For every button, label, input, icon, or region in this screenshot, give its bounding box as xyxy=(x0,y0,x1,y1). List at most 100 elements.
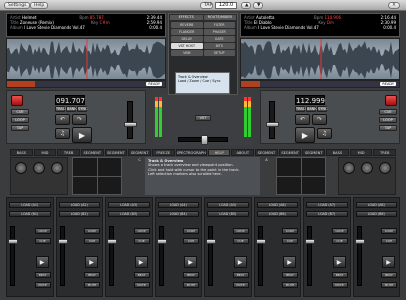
fx-setup-button[interactable]: SETUP xyxy=(203,50,235,56)
right-mid-knob[interactable] xyxy=(361,162,373,174)
channel-cue-button[interactable]: CUE xyxy=(133,238,150,244)
fx-phaser-button[interactable]: PHASER xyxy=(203,29,235,35)
channel-beat-button[interactable]: BEAT xyxy=(84,272,100,278)
left-back-icon[interactable]: ↶ xyxy=(55,114,70,125)
right-power-button[interactable] xyxy=(385,95,397,106)
left-pitch-knob[interactable] xyxy=(124,122,137,127)
right-tap-button[interactable]: TAP xyxy=(379,125,397,131)
right-headphone-icon[interactable]: ♫ xyxy=(317,128,332,139)
settings-button[interactable]: Settings xyxy=(4,2,31,9)
channel-beat-button[interactable]: BEAT xyxy=(282,272,298,278)
channel-mute-button[interactable]: MUTE xyxy=(133,282,150,288)
crossfader-knob[interactable] xyxy=(201,135,208,145)
channel-fader[interactable] xyxy=(206,226,216,286)
channel-beat-button[interactable]: BEAT xyxy=(381,272,397,278)
close-icon[interactable]: ✕ xyxy=(388,2,400,9)
tab-bass-right[interactable]: BASS xyxy=(326,149,349,156)
channel-play-button[interactable]: ▶ xyxy=(184,256,197,268)
left-track-overview[interactable]: READY xyxy=(6,80,166,88)
right-forward-icon[interactable]: ↷ xyxy=(312,114,327,125)
right-track-button[interactable]: TRACK xyxy=(295,106,308,112)
tab-route-mixer[interactable]: ROUTE/MIXER xyxy=(203,15,236,20)
right-bass-knob[interactable] xyxy=(343,162,355,174)
channel-fader[interactable] xyxy=(57,226,68,286)
tab-mid-left[interactable]: MID xyxy=(33,149,57,156)
channel-mute-button[interactable]: MUTE xyxy=(183,282,199,288)
load-b-button[interactable]: LOAD (B1) xyxy=(9,211,51,217)
channel-mute-button[interactable]: MUTE xyxy=(84,282,100,288)
load-b-button[interactable]: LOAD (B6) xyxy=(256,211,298,217)
tap-tempo-button[interactable]: TAP xyxy=(200,2,213,9)
channel-cue-button[interactable]: CUE xyxy=(331,238,348,244)
fx-bits-button[interactable]: BITS xyxy=(203,43,235,49)
channel-cue-button[interactable]: CUE xyxy=(183,238,199,244)
tab-about[interactable]: ABOUT xyxy=(231,149,255,156)
left-play-button[interactable]: ▶ xyxy=(72,127,92,143)
left-power-button[interactable] xyxy=(11,95,23,106)
channel-loop-button[interactable]: LOOP xyxy=(133,228,150,234)
channel-fader-knob[interactable] xyxy=(107,239,117,244)
right-cue-button[interactable]: CUE xyxy=(379,109,397,115)
right-play-button[interactable]: ▶ xyxy=(295,127,315,143)
channel-fader-knob[interactable] xyxy=(206,239,216,244)
tab-bass-left[interactable]: BASS xyxy=(10,149,33,156)
load-b-button[interactable]: LOAD (B5) xyxy=(207,211,249,217)
load-a-button[interactable]: LOAD (A8) xyxy=(355,202,397,208)
channel-beat-button[interactable]: BEAT xyxy=(331,272,348,278)
crossfader[interactable] xyxy=(178,135,228,145)
load-a-button[interactable]: LOAD (A5) xyxy=(207,202,249,208)
tab-mid-right[interactable]: MID xyxy=(349,149,373,156)
channel-loop-button[interactable]: LOOP xyxy=(84,228,100,234)
load-b-button[interactable]: LOAD (B7) xyxy=(306,211,348,217)
channel-loop-button[interactable]: LOOP xyxy=(331,228,348,234)
channel-fader-knob[interactable] xyxy=(255,239,266,244)
load-b-button[interactable]: LOAD (B3) xyxy=(108,211,150,217)
channel-mute-button[interactable]: MUTE xyxy=(34,282,51,288)
left-forward-icon[interactable]: ↷ xyxy=(72,114,87,125)
left-track-button[interactable]: TRACK xyxy=(55,106,68,112)
channel-play-button[interactable]: ▶ xyxy=(233,256,247,268)
tab-treb-right[interactable]: TREB xyxy=(373,149,397,156)
fx-filter-button[interactable]: FILTER xyxy=(203,22,235,28)
channel-play-button[interactable]: ▶ xyxy=(332,256,346,268)
tab-spectrograph[interactable]: SPECTROGRAPH xyxy=(175,149,207,156)
channel-fader[interactable] xyxy=(255,226,266,286)
fx-reverb-button[interactable]: REVERB xyxy=(171,22,203,28)
channel-play-button[interactable]: ▶ xyxy=(382,256,395,268)
tab-segment-a-right[interactable]: SEGMENT A xyxy=(255,149,278,162)
left-bank-button[interactable]: BANK xyxy=(66,106,77,112)
right-bank-button[interactable]: BANK xyxy=(306,106,317,112)
tab-help[interactable]: HELP xyxy=(207,149,231,156)
channel-mute-button[interactable]: MUTE xyxy=(232,282,249,288)
channel-fader-knob[interactable] xyxy=(156,239,167,244)
tab-segment-c-left[interactable]: SEGMENT C xyxy=(128,149,151,162)
channel-fader[interactable] xyxy=(8,226,18,286)
left-headphone-icon[interactable]: ♫ xyxy=(55,128,70,139)
tab-segment-c-right[interactable]: SEGMENT C xyxy=(302,149,326,162)
tab-segment-b-right[interactable]: SEGMENT B xyxy=(278,149,302,162)
left-bass-knob[interactable] xyxy=(15,162,27,174)
fx-delay-button[interactable]: DELAY xyxy=(171,36,203,42)
channel-loop-button[interactable]: LOOP xyxy=(381,228,397,234)
channel-cue-button[interactable]: CUE xyxy=(34,238,51,244)
left-loop-button[interactable]: LOOP xyxy=(11,117,29,123)
channel-beat-button[interactable]: BEAT xyxy=(133,272,150,278)
right-waveform[interactable] xyxy=(240,38,400,80)
left-pitch-slider[interactable] xyxy=(124,101,137,139)
fx-flanger-button[interactable]: FLANGER xyxy=(171,29,203,35)
channel-mute-button[interactable]: MUTE xyxy=(282,282,298,288)
channel-mute-button[interactable]: MUTE xyxy=(331,282,348,288)
channel-fader-knob[interactable] xyxy=(354,239,365,244)
right-treb-knob[interactable] xyxy=(379,162,391,174)
channel-play-button[interactable]: ▶ xyxy=(283,256,296,268)
tab-treb-left[interactable]: TREB xyxy=(57,149,80,156)
left-cue-button[interactable]: CUE xyxy=(11,109,29,115)
channel-play-button[interactable]: ▶ xyxy=(85,256,98,268)
channel-loop-button[interactable]: LOOP xyxy=(282,228,298,234)
tab-effects[interactable]: EFFECTS xyxy=(170,15,203,20)
master-bpm-field[interactable]: 120.0 xyxy=(215,2,237,9)
tab-freeze[interactable]: FREEZE xyxy=(151,149,175,156)
load-a-button[interactable]: LOAD (A1) xyxy=(9,202,51,208)
load-a-button[interactable]: LOAD (A2) xyxy=(58,202,100,208)
channel-loop-button[interactable]: LOOP xyxy=(183,228,199,234)
